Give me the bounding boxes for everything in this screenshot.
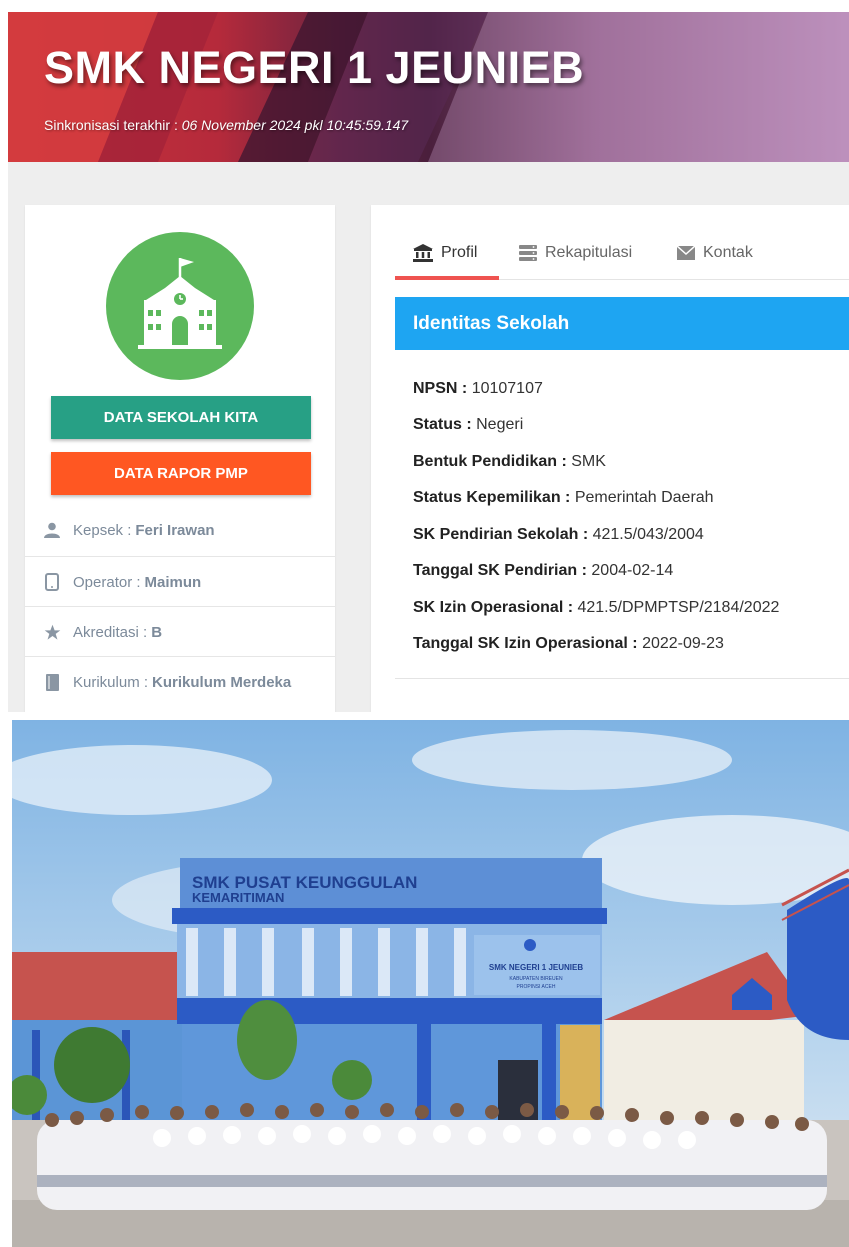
identitas-heading: Identitas Sekolah (395, 297, 849, 350)
plaque-line1: SMK NEGERI 1 JEUNIEB (489, 963, 583, 972)
field-bentuk-pendidikan: Bentuk Pendidikan : SMK (413, 453, 606, 470)
school-summary-card: DATA SEKOLAH KITA DATA RAPOR PMP Kepsek … (25, 205, 335, 712)
field-npsn: NPSN : 10107107 (413, 380, 543, 397)
school-logo (106, 232, 254, 380)
tab-profil[interactable]: Profil (413, 227, 477, 279)
field-status: Status : Negeri (413, 416, 524, 433)
bank-icon (413, 244, 433, 262)
operator-label: Operator : (73, 573, 141, 591)
school-photo: SMK NEGERI 1 JEUNIEB KABUPATEN BIREUEN P… (12, 720, 849, 1247)
field-status-kepemilikan: Status Kepemilikan : Pemerintah Daerah (413, 489, 714, 506)
akreditasi-row: Akreditasi : B (25, 606, 335, 657)
operator-value: Maimun (144, 573, 202, 591)
school-title: SMK NEGERI 1 JEUNIEB (44, 42, 585, 93)
server-icon (519, 245, 537, 261)
sync-info: Sinkronisasi terakhir : 06 November 2024… (44, 117, 408, 133)
kurikulum-value: Kurikulum Merdeka (152, 673, 292, 691)
operator-row: Operator : Maimun (25, 556, 335, 607)
sync-label: Sinkronisasi terakhir : (44, 117, 178, 133)
school-header: SMK NEGERI 1 JEUNIEB Sinkronisasi terakh… (8, 12, 849, 162)
plaque-line2: KABUPATEN BIREUEN (509, 976, 563, 982)
field-tanggal-sk-pendirian: Tanggal SK Pendirian : 2004-02-14 (413, 562, 674, 579)
akreditasi-label: Akreditasi : (73, 623, 148, 641)
field-tanggal-sk-izin: Tanggal SK Izin Operasional : 2022-09-23 (413, 635, 724, 652)
tab-kontak-label: Kontak (703, 244, 753, 261)
star-icon (43, 623, 61, 641)
school-building-icon (138, 258, 222, 349)
kepsek-label: Kepsek : (73, 521, 132, 539)
plaque-line3: PROPINSI ACEH (517, 984, 556, 990)
book-icon (43, 673, 61, 691)
tab-profil-label: Profil (441, 244, 478, 261)
kurikulum-row: Kurikulum : Kurikulum Merdeka (25, 656, 335, 707)
field-sk-izin-operasional: SK Izin Operasional : 421.5/DPMPTSP/2184… (413, 599, 780, 616)
phone-icon (43, 573, 61, 591)
tab-rekapitulasi[interactable]: Rekapitulasi (519, 227, 632, 279)
data-sekolah-button[interactable]: DATA SEKOLAH KITA (51, 396, 311, 439)
field-sk-pendirian: SK Pendirian Sekolah : 421.5/043/2004 (413, 526, 704, 543)
akreditasi-value: B (151, 623, 163, 641)
tab-active-indicator (395, 276, 499, 280)
envelope-icon (677, 246, 695, 260)
school-detail-card: Profil Rekapitulasi Kontak Identitas Sek… (371, 205, 849, 712)
identitas-fields: NPSN : 10107107 Status : Negeri Bentuk P… (395, 350, 849, 679)
tab-bar: Profil Rekapitulasi Kontak (395, 227, 849, 280)
kepsek-row: Kepsek : Feri Irawan (25, 505, 335, 555)
building-sign-line2: KEMARITIMAN (192, 890, 284, 905)
tab-rekapitulasi-label: Rekapitulasi (545, 244, 633, 261)
tab-kontak[interactable]: Kontak (677, 227, 753, 279)
kepsek-value: Feri Irawan (135, 521, 215, 539)
content-area: DATA SEKOLAH KITA DATA RAPOR PMP Kepsek … (8, 162, 849, 712)
identitas-heading-text: Identitas Sekolah (413, 312, 570, 334)
sync-date: 06 November 2024 pkl 10:45:59.147 (181, 117, 409, 133)
data-rapor-button[interactable]: DATA RAPOR PMP (51, 452, 311, 495)
kurikulum-label: Kurikulum : (73, 673, 149, 691)
user-icon (43, 521, 61, 539)
